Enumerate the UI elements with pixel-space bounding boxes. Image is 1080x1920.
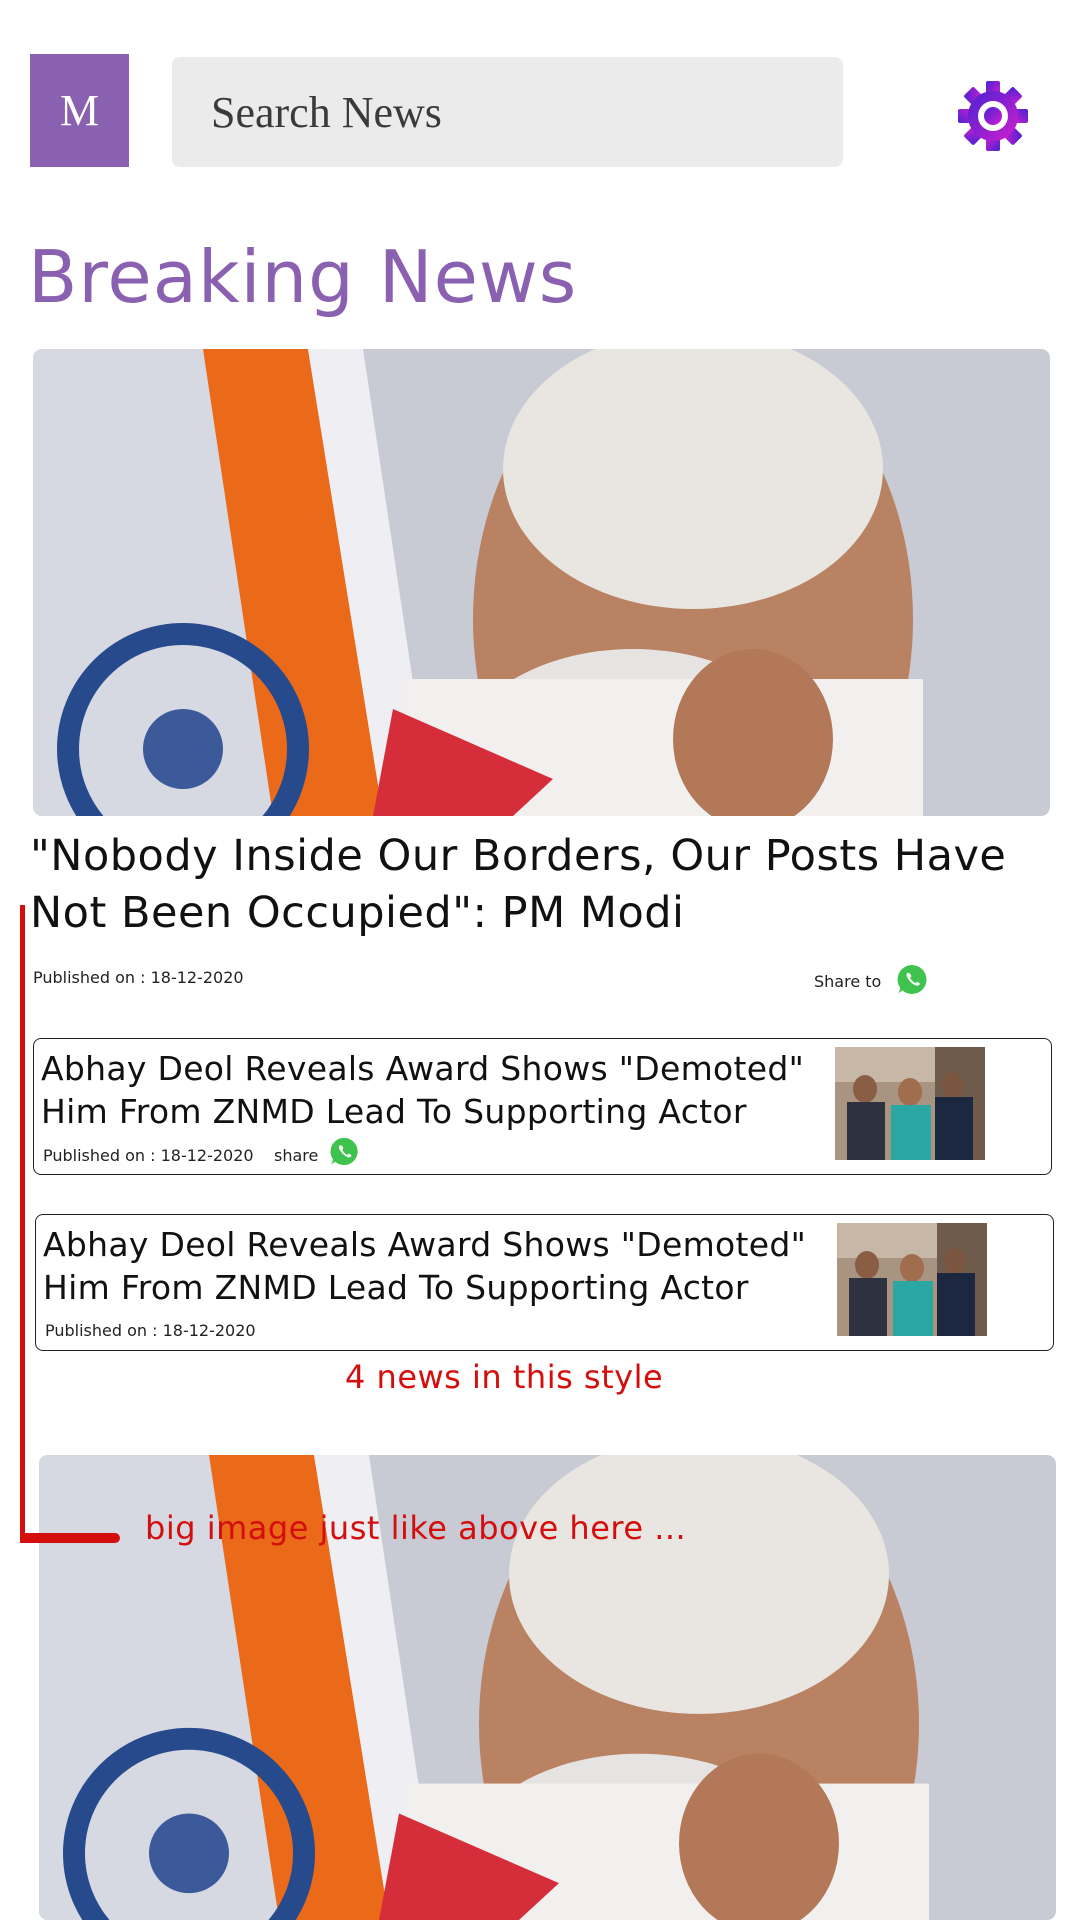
settings-button[interactable]	[957, 80, 1029, 152]
search-placeholder: Search News	[211, 87, 442, 137]
annotation-bracket-horizontal	[20, 1533, 120, 1543]
group-photo	[835, 1047, 985, 1160]
news-item-share-label: share	[274, 1146, 319, 1165]
annotation-bracket-vertical	[20, 905, 25, 1543]
gear-icon	[958, 81, 1028, 151]
news-item-title: Abhay Deol Reveals Award Shows "Demoted"…	[41, 1049, 805, 1131]
hero-published-date: Published on : 18-12-2020	[33, 968, 244, 987]
news-item-title: Abhay Deol Reveals Award Shows "Demoted"…	[43, 1225, 807, 1307]
group-photo	[837, 1223, 987, 1336]
portrait-photo	[33, 349, 1050, 816]
news-item-published-date: Published on : 18-12-2020	[43, 1146, 254, 1165]
news-item-thumbnail[interactable]	[835, 1047, 985, 1160]
whatsapp-icon[interactable]	[896, 963, 929, 996]
search-input[interactable]: Search News	[172, 57, 843, 167]
hero-image[interactable]	[33, 349, 1050, 816]
annotation-list-note: 4 news in this style	[345, 1358, 664, 1396]
hero-share-label: Share to	[814, 972, 882, 991]
logo-letter: M	[59, 86, 100, 135]
app-logo[interactable]: M	[30, 54, 129, 167]
news-item-thumbnail[interactable]	[837, 1223, 987, 1336]
news-item-published-date: Published on : 18-12-2020	[45, 1321, 256, 1340]
hero-headline[interactable]: "Nobody Inside Our Borders, Our Posts Ha…	[30, 828, 1030, 942]
section-title: Breaking News	[28, 235, 578, 319]
annotation-image-note: big image just like above here ...	[145, 1509, 687, 1547]
whatsapp-icon[interactable]	[329, 1136, 360, 1167]
